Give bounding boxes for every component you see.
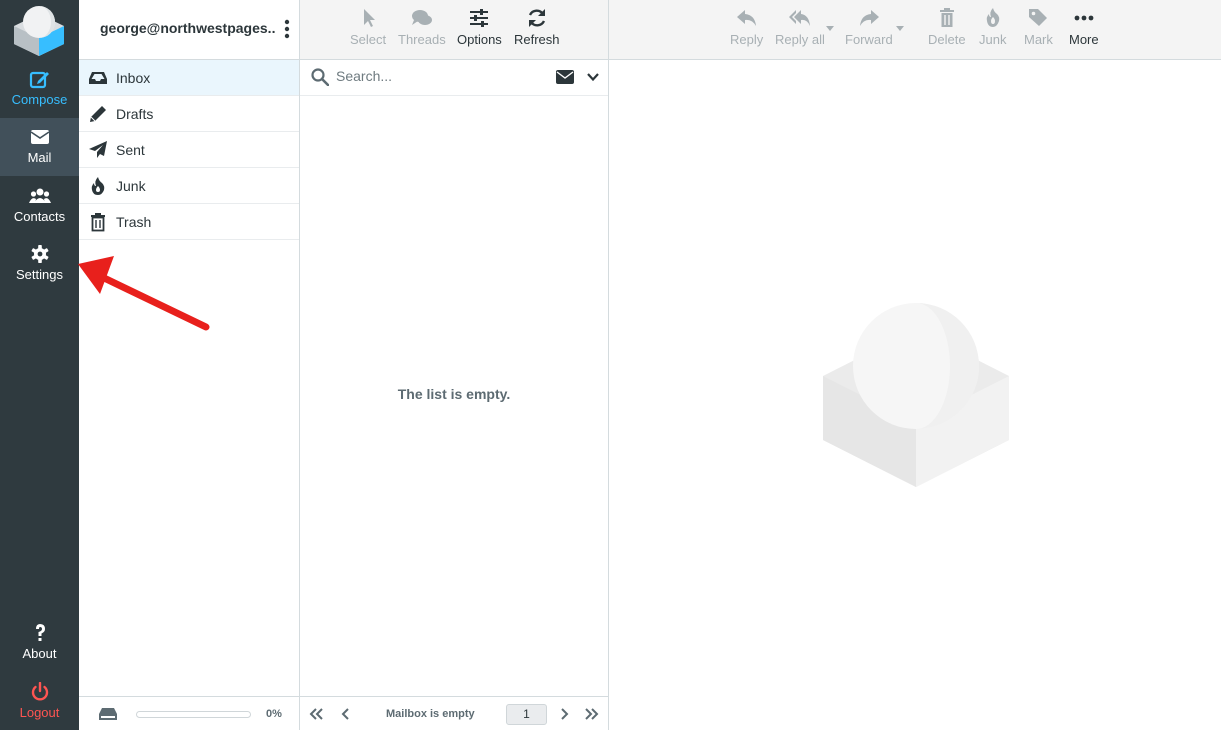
preview-panel: Reply Reply all Forward Delete Junk Mark…: [609, 0, 1221, 730]
roundcube-logo[interactable]: [12, 4, 66, 56]
folder-trash[interactable]: Trash: [79, 204, 299, 240]
question-icon: [35, 624, 45, 641]
mailbox-status: Mailbox is empty: [386, 708, 475, 720]
compose-button[interactable]: Compose: [0, 60, 79, 118]
inbox-icon: [89, 72, 107, 84]
reply-label: Reply: [730, 32, 764, 47]
power-icon: [31, 682, 48, 701]
search-icon[interactable]: [311, 68, 329, 86]
settings-nav-item[interactable]: Settings: [0, 235, 79, 293]
logout-label: Logout: [19, 705, 60, 720]
account-email: george@northwestpages....: [100, 20, 276, 36]
reply-all-dropdown-icon[interactable]: [826, 26, 834, 32]
contacts-label: Contacts: [13, 209, 66, 224]
trash-icon: [91, 213, 105, 232]
folder-inbox[interactable]: Inbox: [79, 60, 299, 96]
forward-icon: [859, 10, 879, 26]
about-label: About: [22, 646, 57, 661]
forward-button[interactable]: Forward: [845, 8, 893, 47]
refresh-label: Refresh: [514, 32, 560, 47]
paper-plane-icon: [89, 141, 107, 158]
mail-nav-item[interactable]: Mail: [0, 118, 79, 176]
delete-button[interactable]: Delete: [928, 8, 966, 47]
folder-label: Sent: [116, 142, 145, 158]
last-page-icon[interactable]: [584, 706, 600, 722]
pointer-icon: [364, 9, 376, 27]
reply-all-label: Reply all: [775, 32, 825, 47]
users-icon: [28, 188, 51, 203]
envelope-icon: [30, 130, 49, 144]
ellipsis-icon: [1074, 15, 1094, 21]
options-label: Options: [457, 32, 502, 47]
junk-label: Junk: [979, 32, 1007, 47]
message-list-panel: Select Threads Options Refresh Search...…: [300, 0, 609, 730]
previous-page-icon[interactable]: [338, 706, 354, 722]
tag-icon: [1029, 9, 1048, 26]
gear-icon: [31, 245, 48, 263]
folder-label: Junk: [116, 178, 146, 194]
folders-panel: george@northwestpages.... Inbox Drafts S…: [79, 0, 300, 730]
junk-button[interactable]: Junk: [979, 8, 1006, 47]
mark-button[interactable]: Mark: [1024, 8, 1053, 47]
search-input[interactable]: [336, 68, 536, 84]
reply-all-icon: [788, 10, 810, 26]
message-toolbar: Reply Reply all Forward Delete Junk Mark…: [609, 0, 1221, 60]
contacts-nav-item[interactable]: Contacts: [0, 177, 79, 235]
folder-label: Drafts: [116, 106, 154, 122]
trash-icon: [939, 8, 954, 27]
folders-header: george@northwestpages....: [79, 0, 299, 60]
compose-icon: [29, 71, 49, 89]
delete-label: Delete: [928, 32, 966, 47]
list-footer: Mailbox is empty 1: [300, 696, 608, 730]
threads-label: Threads: [398, 32, 446, 47]
page-number-input[interactable]: 1: [506, 704, 547, 725]
reply-icon: [736, 10, 756, 26]
sliders-icon: [470, 9, 489, 27]
settings-label: Settings: [16, 267, 63, 282]
options-button[interactable]: Options: [457, 8, 502, 47]
mail-label: Mail: [27, 150, 52, 165]
mail-app: Compose Mail Contacts Settings About Log…: [0, 0, 1221, 730]
quota-bar: [136, 711, 251, 718]
fire-icon: [986, 8, 999, 27]
folder-label: Inbox: [116, 70, 151, 86]
pencil-icon: [90, 106, 106, 122]
quota-text: 0%: [266, 708, 282, 720]
compose-label: Compose: [11, 92, 68, 107]
comments-icon: [411, 10, 432, 25]
next-page-icon[interactable]: [556, 706, 572, 722]
quota-footer: 0%: [79, 696, 299, 730]
chevron-down-icon[interactable]: [587, 71, 599, 83]
select-label: Select: [350, 32, 387, 47]
refresh-icon: [528, 9, 545, 27]
roundcube-watermark-logo: [823, 303, 1009, 487]
folder-sent[interactable]: Sent: [79, 132, 299, 168]
folder-label: Trash: [116, 214, 152, 230]
refresh-button[interactable]: Refresh: [514, 8, 560, 47]
more-label: More: [1069, 32, 1099, 47]
folder-junk[interactable]: Junk: [79, 168, 299, 204]
fire-icon: [91, 177, 105, 195]
reply-all-button[interactable]: Reply all: [775, 8, 825, 47]
list-toolbar: Select Threads Options Refresh: [300, 0, 608, 60]
more-button[interactable]: More: [1069, 8, 1099, 47]
main-nav: Compose Mail Contacts Settings About Log…: [0, 0, 79, 730]
first-page-icon[interactable]: [308, 706, 324, 722]
envelope-filter-icon[interactable]: [556, 70, 574, 84]
forward-dropdown-icon[interactable]: [896, 26, 904, 32]
logout-nav-item[interactable]: Logout: [0, 673, 79, 730]
reply-button[interactable]: Reply: [730, 8, 763, 47]
threads-button[interactable]: Threads: [398, 8, 446, 47]
forward-label: Forward: [845, 32, 893, 47]
kebab-menu-icon[interactable]: [283, 19, 291, 39]
mark-label: Mark: [1024, 32, 1053, 47]
folder-drafts[interactable]: Drafts: [79, 96, 299, 132]
select-button[interactable]: Select: [350, 8, 386, 47]
search-bar: [300, 60, 608, 96]
about-nav-item[interactable]: About: [0, 614, 79, 672]
hard-drive-icon: [99, 708, 117, 720]
empty-list-message: The list is empty.: [397, 386, 511, 402]
